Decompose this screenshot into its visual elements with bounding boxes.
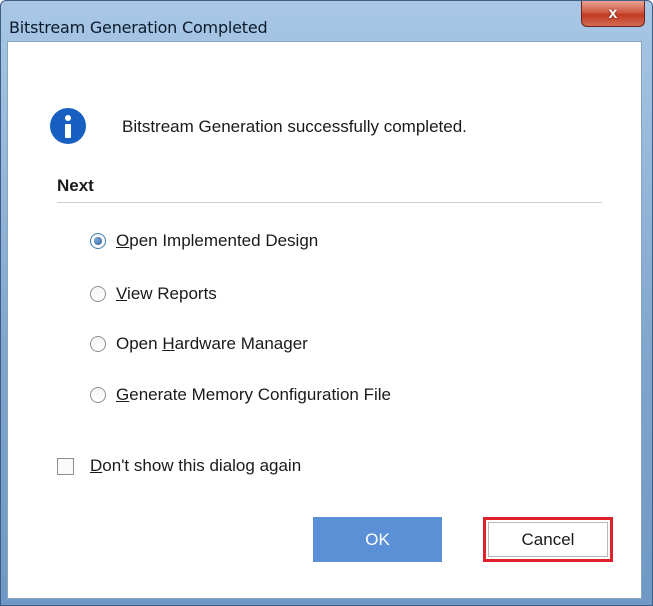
radio-view-reports[interactable]: View Reports	[90, 282, 217, 306]
next-section-label: Next	[57, 176, 94, 195]
window-title: Bitstream Generation Completed	[9, 18, 268, 37]
close-icon: x	[608, 4, 618, 22]
radio-label: Open Implemented Design	[116, 231, 319, 250]
status-message: Bitstream Generation successfully comple…	[122, 117, 467, 136]
close-button[interactable]: x	[581, 1, 645, 27]
dont-show-again-checkbox[interactable]	[57, 457, 74, 475]
radio-button-checked[interactable]	[90, 233, 106, 249]
cancel-button[interactable]: Cancel	[483, 517, 613, 562]
radio-generate-memory-configuration-file[interactable]: Generate Memory Configuration File	[90, 383, 391, 407]
radio-label: Generate Memory Configuration File	[116, 385, 391, 404]
section-separator	[57, 202, 602, 203]
radio-label: Open Hardware Manager	[116, 334, 308, 353]
ok-button-label: OK	[365, 529, 390, 549]
checkbox-label: Don't show this dialog again	[90, 456, 302, 475]
radio-button[interactable]	[90, 336, 106, 352]
radio-open-implemented-design[interactable]: Open Implemented Design	[90, 229, 318, 253]
info-icon	[50, 108, 86, 144]
ok-button[interactable]: OK	[313, 517, 442, 562]
radio-button[interactable]	[90, 286, 106, 302]
radio-label: View Reports	[116, 284, 217, 303]
dont-show-again-checkbox-row[interactable]: Don't show this dialog again	[57, 454, 301, 478]
radio-button[interactable]	[90, 387, 106, 403]
cancel-button-label: Cancel	[521, 529, 575, 549]
title-bar[interactable]: Bitstream Generation Completed x	[1, 1, 652, 41]
radio-open-hardware-manager[interactable]: Open Hardware Manager	[90, 332, 308, 356]
